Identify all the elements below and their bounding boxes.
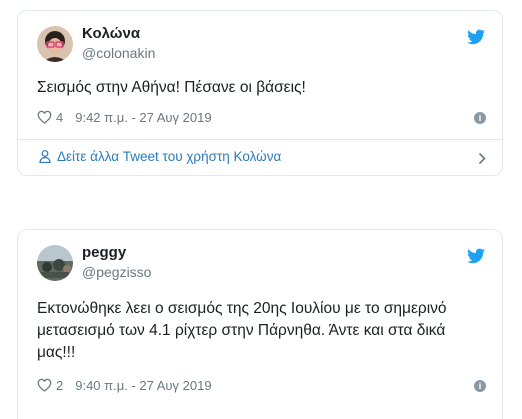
heart-icon[interactable]: [37, 378, 52, 392]
person-icon: [39, 150, 51, 163]
heart-icon[interactable]: [37, 110, 52, 124]
display-name[interactable]: peggy: [82, 244, 126, 261]
timestamp[interactable]: 9:42 π.μ. - 27 Αυγ 2019: [75, 110, 211, 125]
tweet-meta: 2 9:40 π.μ. - 27 Αυγ 2019: [37, 376, 212, 394]
twitter-bird-icon[interactable]: [467, 29, 485, 45]
more-tweets-link[interactable]: Δείτε άλλα Tweet του χρήστη Κολώνα: [39, 149, 281, 164]
like-count: 4: [56, 109, 64, 125]
user-handle[interactable]: @pegzisso: [82, 264, 151, 280]
avatar[interactable]: [37, 26, 73, 62]
tweet-card: Κολώνα @colonakin Σεισμός στην Αθήνα! Πέ…: [17, 10, 503, 176]
divider: [18, 139, 502, 140]
chevron-right-icon[interactable]: [478, 152, 486, 165]
tweet-text: Σεισμός στην Αθήνα! Πέσανε οι βάσεις!: [37, 79, 306, 96]
tweet-text: Εκτονώθηκε λεει ο σεισμός της 20ης Ιουλί…: [37, 300, 447, 361]
tweet-meta: 4 9:42 π.μ. - 27 Αυγ 2019: [37, 108, 212, 126]
like-count: 2: [56, 377, 64, 393]
tweet-card: peggy @pegzisso Εκτονώθηκε λεει ο σεισμό…: [17, 229, 503, 419]
more-tweets-label[interactable]: Δείτε άλλα Tweet του χρήστη Κολώνα: [57, 149, 281, 164]
timestamp[interactable]: 9:40 π.μ. - 27 Αυγ 2019: [75, 378, 211, 393]
info-icon[interactable]: i: [474, 112, 486, 124]
twitter-bird-icon[interactable]: [467, 248, 485, 264]
info-icon[interactable]: i: [474, 380, 486, 392]
display-name[interactable]: Κολώνα: [82, 25, 140, 42]
user-handle[interactable]: @colonakin: [82, 45, 155, 61]
avatar[interactable]: [37, 245, 73, 281]
